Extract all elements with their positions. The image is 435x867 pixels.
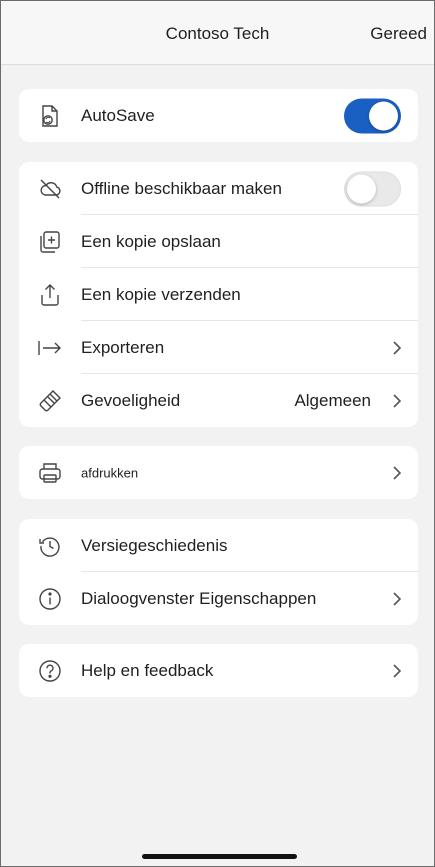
done-button[interactable]: Gereed: [370, 24, 427, 44]
version-history-row[interactable]: Versiegeschiedenis: [19, 519, 418, 572]
offline-label: Offline beschikbaar maken: [81, 178, 282, 198]
sensitivity-row[interactable]: Gevoeligheid Algemeen: [19, 374, 418, 427]
home-indicator[interactable]: [142, 854, 297, 859]
printer-icon: [37, 460, 63, 486]
chevron-right-icon: [393, 591, 402, 606]
info-icon: [37, 586, 63, 612]
print-row[interactable]: afdrukken: [19, 446, 418, 499]
export-arrow-icon: [37, 335, 63, 361]
export-label: Exporteren: [81, 337, 165, 357]
version-history-label: Versiegeschiedenis: [81, 535, 228, 555]
sensitivity-brush-icon: [37, 388, 63, 414]
help-icon: [37, 658, 63, 684]
help-label: Help en feedback: [81, 660, 214, 680]
offline-toggle[interactable]: [344, 171, 401, 206]
autosave-file-icon: [37, 103, 63, 129]
toggle-knob: [347, 174, 376, 203]
history-icon: [37, 533, 63, 559]
file-actions-card: Offline beschikbaar maken Een kopie opsl…: [19, 162, 418, 427]
properties-label: Dialoogvenster Eigenschappen: [81, 588, 317, 608]
save-copy-row[interactable]: Een kopie opslaan: [19, 215, 418, 268]
sensitivity-value: Algemeen: [294, 390, 371, 410]
autosave-toggle[interactable]: [344, 98, 401, 133]
send-copy-row[interactable]: Een kopie verzenden: [19, 268, 418, 321]
print-card: afdrukken: [19, 446, 418, 499]
sensitivity-label: Gevoeligheid: [81, 390, 181, 410]
print-label: afdrukken: [81, 465, 139, 480]
share-icon: [37, 282, 63, 308]
export-row[interactable]: Exporteren: [19, 321, 418, 374]
settings-sheet: Contoso Tech Gereed AutoSave Offline bes…: [0, 0, 435, 867]
header-bar: Contoso Tech Gereed: [1, 1, 434, 65]
send-copy-label: Een kopie verzenden: [81, 284, 241, 304]
autosave-label: AutoSave: [81, 105, 155, 125]
chevron-right-icon: [393, 663, 402, 678]
autosave-row[interactable]: AutoSave: [19, 89, 418, 142]
offline-row[interactable]: Offline beschikbaar maken: [19, 162, 418, 215]
info-card: Versiegeschiedenis Dialoogvenster Eigens…: [19, 519, 418, 625]
autosave-card: AutoSave: [19, 89, 418, 142]
chevron-right-icon: [393, 393, 402, 408]
toggle-knob: [369, 101, 398, 130]
properties-row[interactable]: Dialoogvenster Eigenschappen: [19, 572, 418, 625]
chevron-right-icon: [393, 340, 402, 355]
cloud-off-icon: [37, 176, 63, 202]
help-card: Help en feedback: [19, 644, 418, 697]
help-row[interactable]: Help en feedback: [19, 644, 418, 697]
chevron-right-icon: [393, 465, 402, 480]
page-title: Contoso Tech: [165, 24, 270, 43]
save-copy-label: Een kopie opslaan: [81, 231, 221, 251]
add-copy-icon: [37, 229, 63, 255]
